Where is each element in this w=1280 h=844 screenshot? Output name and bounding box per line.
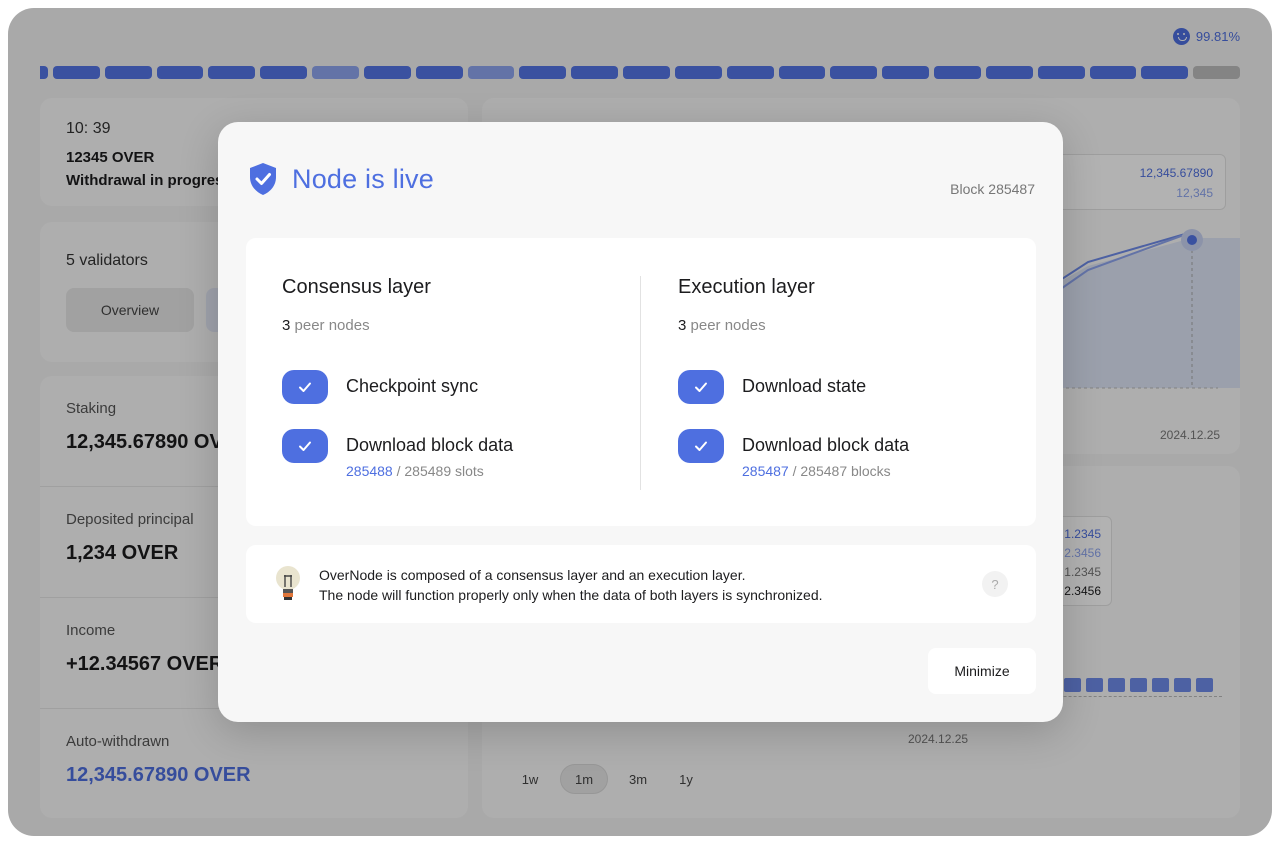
- step-label: Download block data: [742, 435, 910, 455]
- step-download-block-data: Download block data 285488 / 285489 slot…: [282, 429, 622, 479]
- step-label: Checkpoint sync: [346, 376, 479, 396]
- progress-total: / 285489 slots: [396, 463, 484, 479]
- progress-current: 285488: [346, 463, 393, 479]
- step-label: Download block data: [346, 435, 514, 455]
- peer-count: 3: [282, 317, 291, 334]
- minimize-button[interactable]: Minimize: [928, 648, 1036, 694]
- step-label: Download state: [742, 376, 867, 396]
- layer-divider: [640, 276, 641, 490]
- peer-label: peer nodes: [690, 317, 766, 334]
- block-height: Block 285487: [950, 181, 1035, 197]
- lightbulb-icon: [276, 566, 300, 600]
- info-text: OverNode is composed of a consensus laye…: [319, 565, 823, 605]
- peer-nodes: 3 peer nodes: [678, 317, 1018, 334]
- step-progress: 285488 / 285489 slots: [346, 463, 513, 479]
- execution-layer: Execution layer 3 peer nodes Download st…: [678, 276, 1018, 504]
- peer-label: peer nodes: [294, 317, 370, 334]
- check-icon: [678, 429, 724, 463]
- check-icon: [678, 370, 724, 404]
- help-icon[interactable]: ?: [982, 571, 1008, 597]
- peer-count: 3: [678, 317, 687, 334]
- step-download-state: Download state: [678, 370, 1018, 404]
- consensus-layer: Consensus layer 3 peer nodes Checkpoint …: [282, 276, 622, 504]
- sync-status-panel: Consensus layer 3 peer nodes Checkpoint …: [246, 238, 1036, 526]
- layer-title: Consensus layer: [282, 276, 431, 298]
- modal-title: Node is live: [292, 163, 434, 194]
- progress-current: 285487: [742, 463, 789, 479]
- info-panel: OverNode is composed of a consensus laye…: [246, 545, 1036, 623]
- progress-total: / 285487 blocks: [792, 463, 891, 479]
- check-icon: [282, 429, 328, 463]
- shield-check-icon: [250, 163, 276, 195]
- node-status-modal: Node is live Block 285487 Consensus laye…: [218, 122, 1063, 722]
- layer-title: Execution layer: [678, 276, 815, 298]
- step-progress: 285487 / 285487 blocks: [742, 463, 909, 479]
- modal-header: Node is live: [248, 162, 434, 196]
- info-line: OverNode is composed of a consensus laye…: [319, 567, 746, 583]
- check-icon: [282, 370, 328, 404]
- info-line: The node will function properly only whe…: [319, 587, 823, 603]
- peer-nodes: 3 peer nodes: [282, 317, 622, 334]
- step-download-block-data: Download block data 285487 / 285487 bloc…: [678, 429, 1018, 479]
- step-checkpoint-sync: Checkpoint sync: [282, 370, 622, 404]
